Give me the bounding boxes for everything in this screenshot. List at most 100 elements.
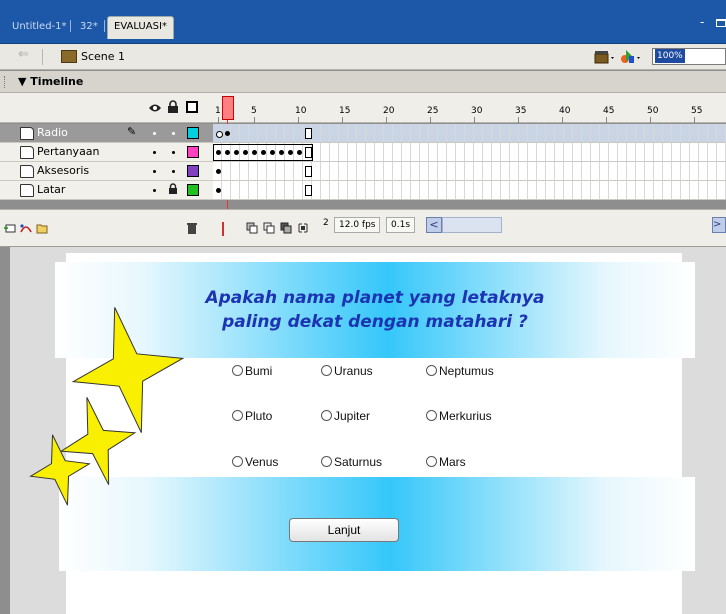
option-merkurius[interactable]: Merkurius xyxy=(426,409,492,423)
radio-button[interactable] xyxy=(232,456,243,467)
timeline-scrollbar-thumb[interactable] xyxy=(442,217,502,233)
tab-32[interactable]: 32* xyxy=(74,17,104,37)
edit-symbol-icon[interactable] xyxy=(620,49,642,65)
option-saturnus[interactable]: Saturnus xyxy=(321,455,382,469)
timeline-panel-title[interactable]: ▼ Timeline xyxy=(0,71,726,93)
insert-folder-icon[interactable] xyxy=(36,222,48,234)
eye-icon[interactable] xyxy=(148,103,162,113)
end-frame-marker[interactable] xyxy=(305,147,312,158)
layer-aksesoris[interactable]: Aksesoris xyxy=(0,162,213,181)
layer-pertanyaan[interactable]: Pertanyaan xyxy=(0,143,213,162)
option-mars[interactable]: Mars xyxy=(426,455,466,469)
layer-name[interactable]: Latar xyxy=(37,183,65,196)
ruler-label: 1 xyxy=(215,106,221,116)
visibility-toggle[interactable] xyxy=(153,132,156,135)
option-jupiter[interactable]: Jupiter xyxy=(321,409,370,423)
visibility-toggle[interactable] xyxy=(153,189,156,192)
option-uranus[interactable]: Uranus xyxy=(321,364,373,378)
tab-untitled-1[interactable]: Untitled-1* xyxy=(6,17,73,37)
layer-name[interactable]: Pertanyaan xyxy=(37,145,100,158)
insert-layer-icon[interactable] xyxy=(4,222,16,234)
onion-skin-icon[interactable] xyxy=(246,222,258,234)
minimize-button[interactable]: - xyxy=(700,16,712,29)
option-neptumus[interactable]: Neptumus xyxy=(426,364,494,378)
scroll-right-button[interactable]: > xyxy=(712,217,726,233)
scroll-left-button[interactable]: < xyxy=(426,217,442,233)
ruler-tick xyxy=(218,117,219,123)
option-label: Merkurius xyxy=(439,409,492,423)
lock-toggle[interactable] xyxy=(172,170,175,173)
add-motion-guide-icon[interactable] xyxy=(20,222,32,234)
option-bumi[interactable]: Bumi xyxy=(232,364,272,378)
trash-icon[interactable] xyxy=(186,222,198,234)
collapse-triangle-icon: ▼ xyxy=(18,75,31,88)
frame-track[interactable] xyxy=(213,124,726,143)
layer-name[interactable]: Radio xyxy=(37,126,68,139)
radio-button[interactable] xyxy=(426,456,437,467)
radio-button[interactable] xyxy=(426,365,437,376)
keyframe[interactable] xyxy=(216,169,221,174)
outline-icon[interactable] xyxy=(186,101,198,113)
next-button[interactable]: Lanjut xyxy=(289,518,399,542)
playhead[interactable] xyxy=(222,96,234,120)
edit-multiple-frames-icon[interactable] xyxy=(280,222,292,234)
lock-icon[interactable] xyxy=(167,100,179,114)
ruler-label: 25 xyxy=(427,106,439,116)
outline-color-swatch[interactable] xyxy=(187,184,199,196)
keyframe[interactable] xyxy=(216,131,223,138)
ruler-tick xyxy=(694,117,695,123)
lock-toggle[interactable] xyxy=(172,151,175,154)
outline-color-swatch[interactable] xyxy=(187,165,199,177)
visibility-toggle[interactable] xyxy=(153,151,156,154)
lock-icon[interactable] xyxy=(168,183,178,195)
ruler-label: 20 xyxy=(383,106,395,116)
frame-rate[interactable]: 12.0 fps xyxy=(334,217,381,233)
panel-grip[interactable] xyxy=(4,76,6,88)
end-frame-marker[interactable] xyxy=(305,185,312,196)
frame-track[interactable] xyxy=(213,181,726,200)
outline-color-swatch[interactable] xyxy=(187,146,199,158)
radio-button[interactable] xyxy=(321,456,332,467)
radio-button[interactable] xyxy=(232,410,243,421)
ruler-tick xyxy=(298,117,299,123)
radio-button[interactable] xyxy=(321,410,332,421)
ruler-tick xyxy=(254,117,255,123)
tab-separator xyxy=(104,20,105,32)
onion-skin-outlines-icon[interactable] xyxy=(263,222,275,234)
back-arrow-icon[interactable]: ⇐ xyxy=(18,47,29,62)
end-frame-marker[interactable] xyxy=(305,128,312,139)
layer-radio[interactable]: Radio ✎ xyxy=(0,124,213,143)
option-label: Uranus xyxy=(334,364,373,378)
zoom-value[interactable]: 100% xyxy=(655,49,685,63)
option-label: Neptumus xyxy=(439,364,494,378)
layer-name[interactable]: Aksesoris xyxy=(37,164,89,177)
lock-toggle[interactable] xyxy=(172,132,175,135)
pencil-icon: ✎ xyxy=(127,125,137,138)
center-frame-icon[interactable] xyxy=(222,222,234,236)
layer-latar[interactable]: Latar xyxy=(0,181,213,200)
edit-scene-icon[interactable] xyxy=(594,49,616,65)
ruler-label: 55 xyxy=(691,106,703,116)
maximize-button[interactable] xyxy=(716,19,726,27)
current-frame: 2 xyxy=(323,218,329,228)
modify-onion-markers-icon[interactable] xyxy=(297,222,309,234)
frame-track[interactable] xyxy=(213,162,726,181)
frame-ruler[interactable]: 1 5 10 15 20 25 30 35 40 45 50 55 xyxy=(213,93,726,123)
ruler-label: 5 xyxy=(251,106,257,116)
keyframe[interactable] xyxy=(216,188,221,193)
option-venus[interactable]: Venus xyxy=(232,455,278,469)
option-label: Mars xyxy=(439,455,466,469)
outline-color-swatch[interactable] xyxy=(187,127,199,139)
radio-button[interactable] xyxy=(232,365,243,376)
frame-track[interactable] xyxy=(213,143,726,162)
layer-icon xyxy=(20,146,34,159)
visibility-toggle[interactable] xyxy=(153,170,156,173)
scene-label[interactable]: Scene 1 xyxy=(81,50,125,63)
end-frame-marker[interactable] xyxy=(305,166,312,177)
keyframe[interactable] xyxy=(225,131,230,136)
radio-button[interactable] xyxy=(321,365,332,376)
radio-button[interactable] xyxy=(426,410,437,421)
option-pluto[interactable]: Pluto xyxy=(232,409,272,423)
ruler-tick xyxy=(342,117,343,123)
tab-evaluasi[interactable]: EVALUASI* xyxy=(107,16,174,39)
